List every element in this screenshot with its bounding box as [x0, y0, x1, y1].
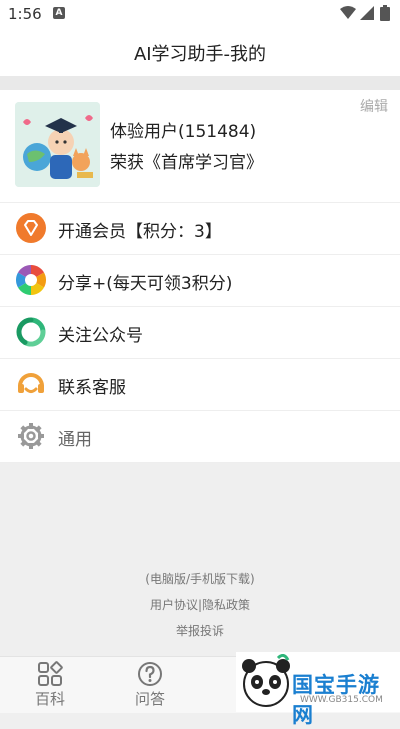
menu-item-label: 开通会员【积分：3】 — [58, 222, 222, 242]
battery-icon — [380, 5, 390, 21]
grid-icon — [38, 661, 63, 686]
edit-profile-button[interactable]: 编辑 — [360, 96, 388, 116]
menu-item-follow[interactable]: 关注公众号 — [0, 307, 400, 359]
menu-item-label: 联系客服 — [58, 378, 126, 398]
menu-item-label: 关注公众号 — [58, 326, 143, 346]
signal-icon — [360, 6, 374, 20]
notification-a-icon: A — [53, 7, 65, 19]
diamond-icon — [16, 213, 46, 243]
download-link[interactable]: (电脑版/手机版下载) — [0, 570, 400, 587]
app-bar: AI学习助手-我的 — [0, 28, 400, 76]
report-link[interactable]: 举报投诉 — [0, 622, 400, 639]
tab-wenda[interactable]: 问答 — [120, 657, 180, 713]
menu-list: 开通会员【积分：3】 分享+(每天可领3积分) 关注公众号 联系客服 通用 — [0, 203, 400, 463]
panda-logo-icon — [242, 654, 290, 707]
tab-label: 百科 — [34, 690, 65, 708]
divider — [0, 76, 400, 90]
wechat-follow-icon — [16, 317, 46, 347]
tab-label: 问答 — [134, 690, 165, 708]
status-time: 1:56 — [8, 5, 42, 23]
customer-service-icon — [18, 373, 44, 393]
status-bar: 1:56 A — [0, 0, 400, 28]
menu-item-share[interactable]: 分享+(每天可领3积分) — [0, 255, 400, 307]
wifi-icon — [340, 6, 356, 19]
menu-item-service[interactable]: 联系客服 — [0, 359, 400, 411]
gear-icon — [18, 423, 44, 449]
page-title: AI学习助手-我的 — [133, 44, 267, 65]
user-name: 体验用户(151484) — [110, 122, 257, 142]
avatar[interactable] — [15, 102, 100, 187]
tab-baike[interactable]: 百科 — [20, 657, 80, 713]
menu-item-label: 分享+(每天可领3积分) — [58, 274, 233, 294]
policy-link[interactable]: 用户协议|隐私政策 — [0, 596, 400, 613]
profile-card[interactable]: 体验用户(151484) 荣获《首席学习官》 编辑 — [0, 90, 400, 203]
user-honor: 荣获《首席学习官》 — [110, 153, 263, 173]
menu-item-vip[interactable]: 开通会员【积分：3】 — [0, 203, 400, 255]
question-icon — [138, 662, 162, 686]
avatar-illustration-icon — [15, 102, 100, 187]
share-aperture-icon — [16, 265, 46, 295]
menu-item-label: 通用 — [58, 430, 92, 450]
menu-item-general[interactable]: 通用 — [0, 411, 400, 463]
watermark-url: WWW.GB315.COM — [300, 695, 383, 705]
